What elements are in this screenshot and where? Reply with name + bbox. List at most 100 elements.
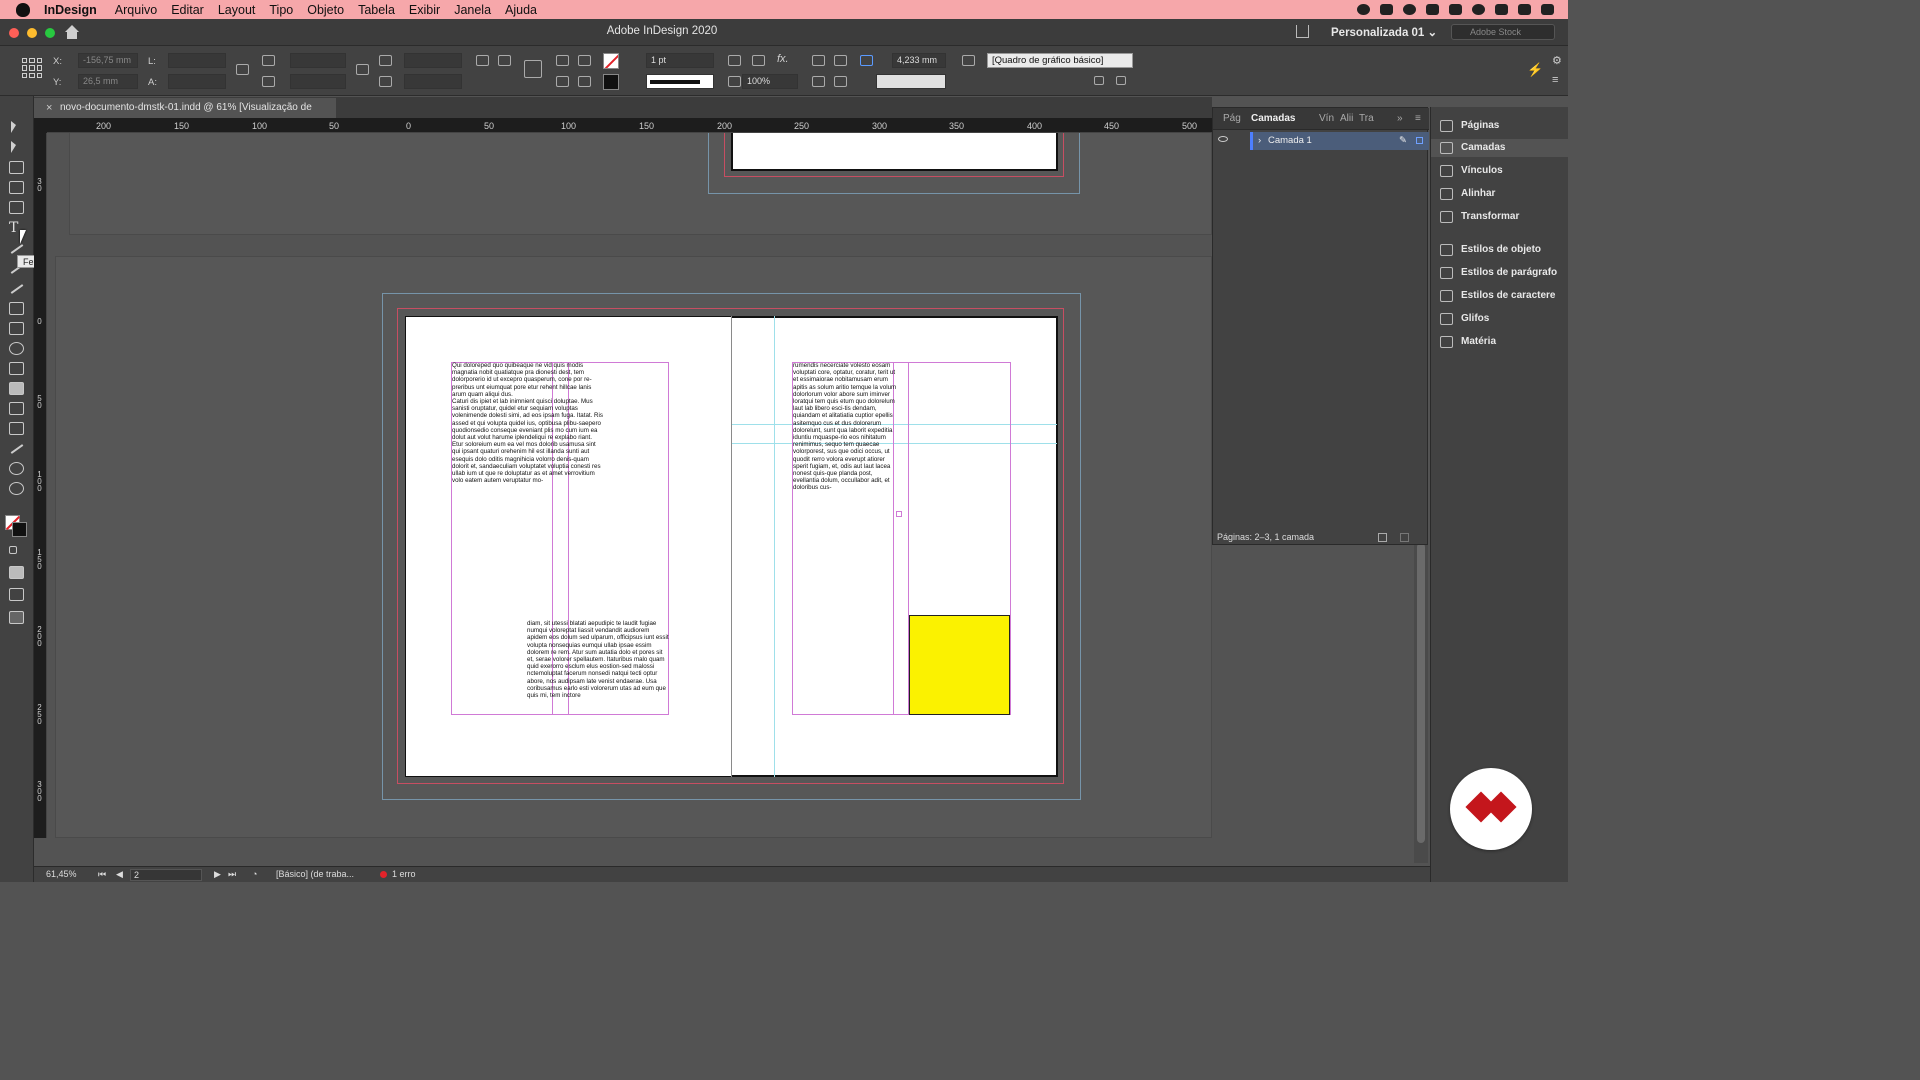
frame-style-dropdown[interactable]: [Quadro de gráfico básico]	[987, 53, 1133, 68]
dock-item-vinculos[interactable]: Vínculos	[1431, 162, 1568, 180]
dock-item-glifos[interactable]: Glifos	[1431, 310, 1568, 328]
preflight-errors[interactable]: 1 erro	[392, 867, 416, 882]
panel-options-icon[interactable]: ≡	[1415, 113, 1421, 124]
lightning-icon[interactable]: ⚡	[1527, 62, 1543, 78]
menu-janela[interactable]: Janela	[454, 3, 491, 17]
stroke-black-swatch[interactable]	[603, 74, 619, 90]
layer-selection-square-icon[interactable]	[1416, 137, 1423, 144]
trash-icon[interactable]	[1400, 533, 1409, 542]
text-frame-left-top[interactable]: Qui doloreped quo quibeaque ne vid quis …	[452, 362, 604, 522]
scale-y-field[interactable]	[290, 74, 346, 89]
stroke-type-dropdown[interactable]	[646, 74, 714, 89]
collapse-panel-icon[interactable]: »	[1397, 113, 1403, 124]
record-icon[interactable]	[1357, 4, 1370, 15]
vertical-ruler[interactable]: 3 0 0 5 0 1 0 0 1 5 0 2 0 0 2 5 0 3 0 0	[34, 133, 47, 838]
preflight-profile[interactable]: [Básico] (de traba...	[276, 867, 354, 882]
overset-text-port[interactable]	[896, 511, 902, 517]
scissors-tool-icon[interactable]	[9, 342, 24, 355]
menu-ajuda[interactable]: Ajuda	[505, 3, 537, 17]
creative-cloud-icon[interactable]	[1403, 4, 1416, 15]
new-layer-icon[interactable]	[1378, 533, 1387, 542]
shear-angle-icon[interactable]	[379, 76, 392, 87]
gear-icon[interactable]: ⚙	[1552, 54, 1562, 67]
object-effects-icon[interactable]	[752, 55, 765, 66]
scrollbar-thumb[interactable]	[1417, 543, 1425, 843]
rotate-cw-icon[interactable]	[476, 55, 489, 66]
direct-selection-tool-icon[interactable]	[9, 141, 24, 154]
scale-y-icon[interactable]	[262, 76, 275, 87]
quick-apply-icon[interactable]	[1094, 76, 1104, 85]
expand-layer-icon[interactable]: ›	[1258, 132, 1261, 150]
dock-item-transformar[interactable]: Transformar	[1431, 208, 1568, 226]
dock-item-camadas[interactable]: Camadas	[1431, 139, 1568, 157]
yellow-rectangle[interactable]	[909, 615, 1010, 715]
tab-alinhar[interactable]: Alii	[1340, 113, 1353, 124]
menu-arquivo[interactable]: Arquivo	[115, 3, 157, 17]
x-field[interactable]: -156,75 mm	[78, 53, 138, 68]
text-frame-left-bottom[interactable]: diam, sit utessi blatati aepudipic te la…	[527, 620, 669, 714]
cloud-upload-icon[interactable]	[1426, 4, 1439, 15]
text-wrap-icon[interactable]	[812, 55, 825, 66]
y-field[interactable]: 26,5 mm	[78, 74, 138, 89]
note-tool-icon[interactable]	[9, 422, 24, 435]
height-field[interactable]	[168, 74, 226, 89]
flip-horizontal-icon[interactable]	[556, 55, 569, 66]
dock-item-estilos-caractere[interactable]: Estilos de caractere	[1431, 287, 1568, 305]
menu-objeto[interactable]: Objeto	[307, 3, 344, 17]
menu-tabela[interactable]: Tabela	[358, 3, 395, 17]
tab-camadas[interactable]: Camadas	[1251, 113, 1295, 124]
hand-tool-icon[interactable]	[9, 462, 24, 475]
page-tool-icon[interactable]	[9, 161, 24, 174]
constrain-scale-icon[interactable]	[356, 64, 369, 75]
fx-icon[interactable]: fx.	[777, 53, 789, 65]
dock-item-alinhar[interactable]: Alinhar	[1431, 185, 1568, 203]
frame-style-icon[interactable]	[962, 55, 975, 66]
stroke-weight-field[interactable]: 1 pt	[646, 53, 714, 68]
open-page-icon[interactable]: ◔	[252, 867, 257, 882]
eyedropper-tool-icon[interactable]	[9, 442, 24, 455]
menu-app-name[interactable]: InDesign	[44, 3, 97, 17]
constrain-proportions-icon[interactable]	[236, 64, 249, 75]
workspace-switcher[interactable]: Personalizada 01 ⌄	[1331, 25, 1437, 39]
menu-editar[interactable]: Editar	[171, 3, 204, 17]
align-top-icon[interactable]	[812, 76, 825, 87]
free-transform-tool-icon[interactable]	[9, 362, 24, 375]
search-icon[interactable]	[1472, 4, 1485, 15]
gradient-swatch-tool-icon[interactable]	[9, 382, 24, 395]
apply-none-icon[interactable]	[9, 566, 24, 579]
screen-mode-icon[interactable]	[9, 588, 24, 601]
paragraph-p-icon[interactable]	[524, 60, 542, 78]
ruler-origin[interactable]	[34, 118, 47, 133]
flip-vertical-icon[interactable]	[556, 76, 569, 87]
align-center-icon[interactable]	[834, 76, 847, 87]
rotate-angle-icon[interactable]	[379, 55, 392, 66]
layer-name[interactable]: › Camada 1 ✎	[1250, 132, 1429, 150]
rectangle-tool-icon[interactable]	[9, 322, 24, 335]
dock-item-paginas[interactable]: Páginas	[1431, 117, 1568, 135]
scale-x-field[interactable]	[290, 53, 346, 68]
menu-exibir[interactable]: Exibir	[409, 3, 440, 17]
preview-mode-icon[interactable]	[9, 611, 24, 624]
dropbox-icon[interactable]	[1380, 4, 1393, 15]
gradient-feather-tool-icon[interactable]	[9, 402, 24, 415]
first-page-icon[interactable]: ⏮	[98, 867, 106, 882]
menu-layout[interactable]: Layout	[218, 3, 256, 17]
opacity-icon[interactable]	[728, 76, 741, 87]
frame-fitting-icon[interactable]	[1116, 76, 1126, 85]
document-tab[interactable]: × novo-documento-dmstk-01.indd @ 61% [Vi…	[34, 98, 336, 133]
zoom-level[interactable]: 61,45%	[46, 867, 77, 882]
width-field[interactable]	[168, 53, 226, 68]
selection-tool-icon[interactable]	[9, 121, 24, 134]
control-center-icon[interactable]	[1541, 4, 1554, 15]
battery-icon[interactable]	[1518, 4, 1531, 15]
select-content-icon[interactable]	[578, 76, 591, 87]
content-collector-icon[interactable]	[9, 201, 24, 214]
last-page-icon[interactable]: ⏭	[228, 867, 236, 882]
opacity-field[interactable]: 100%	[742, 74, 798, 89]
dock-item-estilos-paragrafo[interactable]: Estilos de parágrafo	[1431, 264, 1568, 282]
ruler-guide-vertical[interactable]	[774, 316, 775, 777]
rotate-field[interactable]	[404, 53, 462, 68]
reference-point-icon[interactable]	[22, 58, 42, 78]
eye-icon[interactable]	[1218, 136, 1228, 142]
drop-shadow-icon[interactable]	[728, 55, 741, 66]
